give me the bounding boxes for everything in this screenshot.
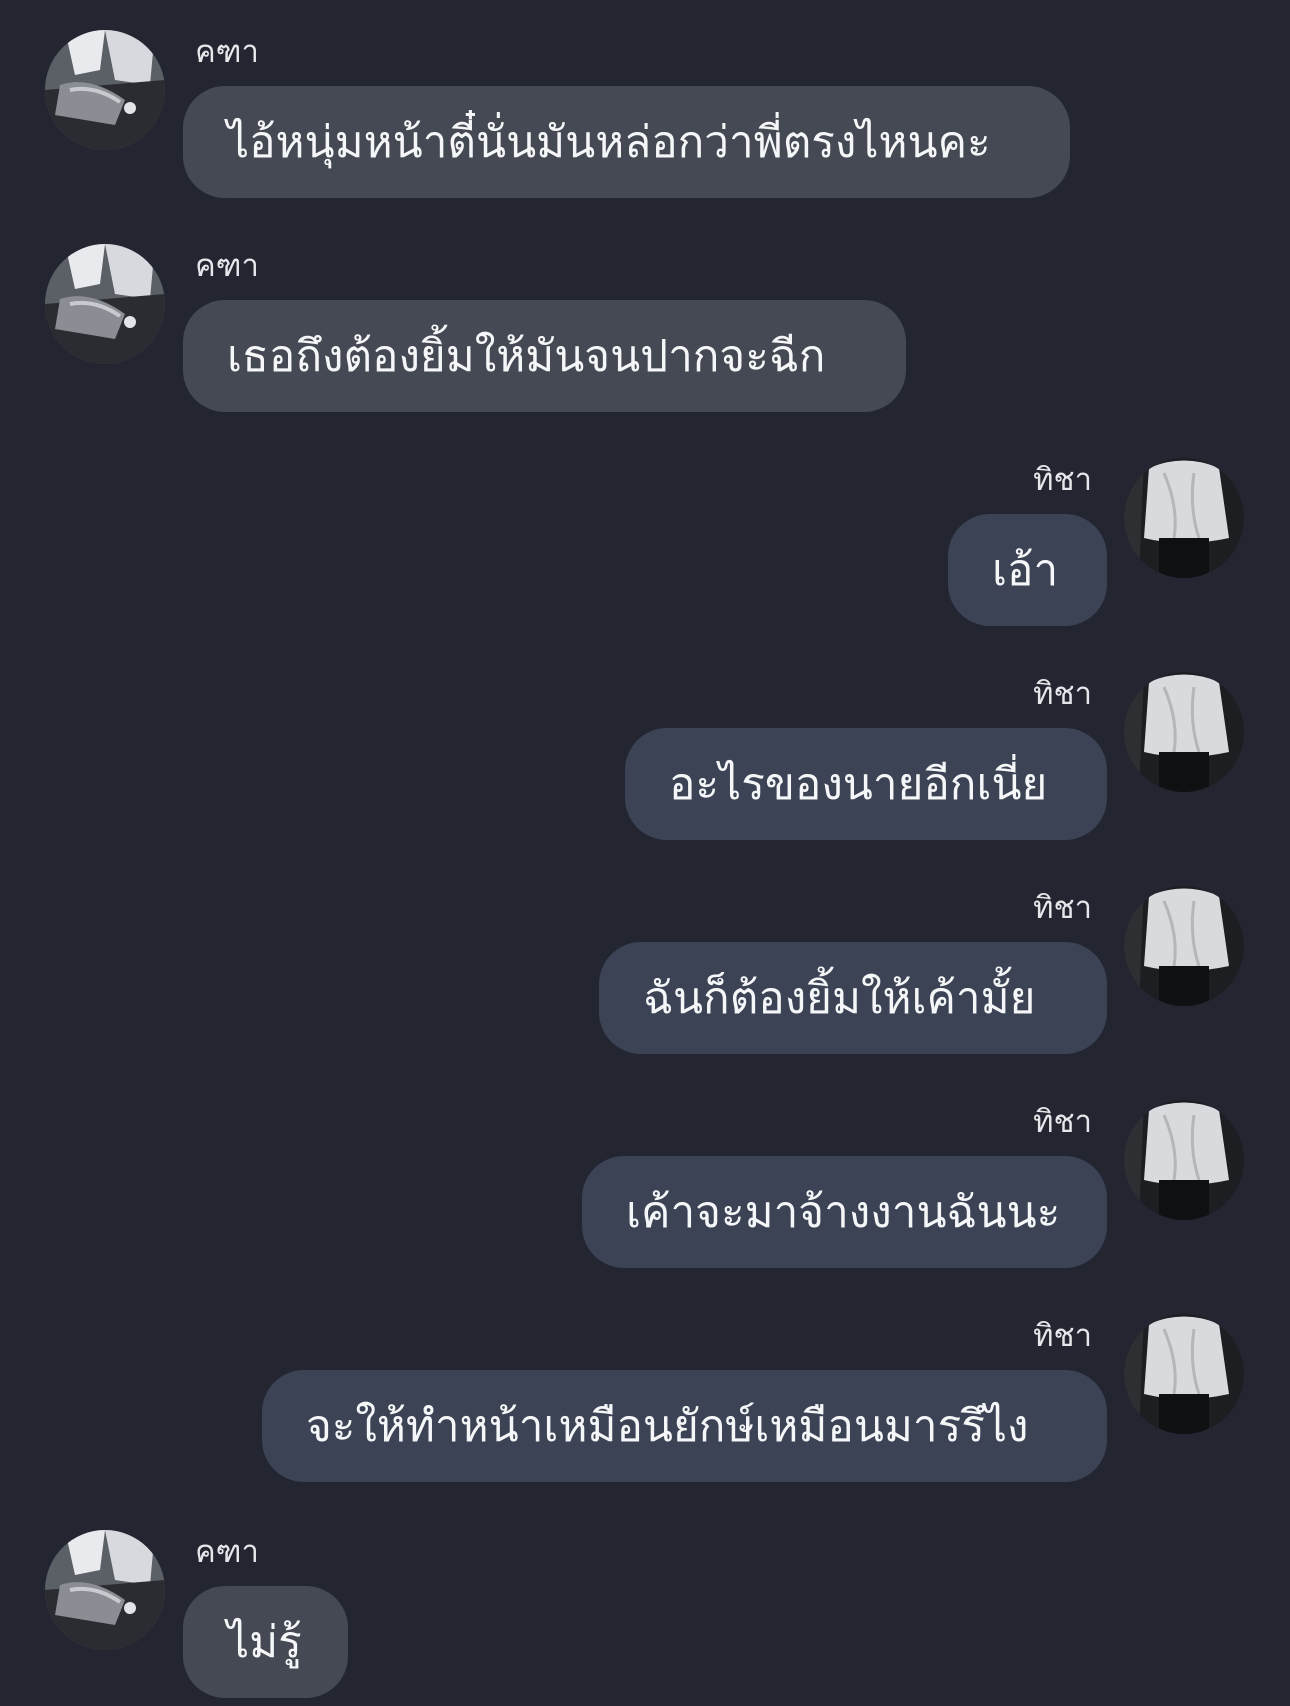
message-text: อะไรของนายอีกเนี่ย [669,759,1048,810]
avatar[interactable] [1124,672,1244,792]
message-text: ฉันก็ต้องยิ้มให้เค้ามั้ย [643,973,1036,1024]
message-bubble[interactable]: จะให้ทำหน้าเหมือนยักษ์เหมือนมารรึไง [262,1370,1107,1482]
message-bubble[interactable]: ไอ้หนุ่มหน้าตี๋นั่นมันหล่อกว่าพี่ตรงไหนค… [183,86,1070,198]
avatar-image [1124,1314,1244,1434]
avatar-image [1124,458,1244,578]
avatar[interactable] [45,30,165,150]
message-row: คฑา ไม่รู้ [0,1500,1290,1700]
message-text: ไอ้หนุ่มหน้าตี๋นั่นมันหล่อกว่าพี่ตรงไหนค… [227,117,991,168]
sender-name: คฑา [195,34,259,70]
avatar[interactable] [1124,458,1244,578]
message-text: ไม่รู้ [227,1617,302,1668]
message-row: ทิชา เอ้า [0,428,1290,628]
message-bubble[interactable]: ฉันก็ต้องยิ้มให้เค้ามั้ย [599,942,1107,1054]
message-bubble[interactable]: เค้าจะมาจ้างงานฉันนะ [582,1156,1107,1268]
sender-name: คฑา [195,1534,259,1570]
avatar-image [45,30,165,150]
avatar[interactable] [45,1530,165,1650]
message-bubble[interactable]: เอ้า [948,514,1107,626]
message-bubble[interactable]: ไม่รู้ [183,1586,348,1698]
avatar-image [1124,672,1244,792]
message-text: เอ้า [992,545,1059,596]
sender-name: คฑา [195,248,259,284]
message-row: ทิชา เค้าจะมาจ้างงานฉันนะ [0,1070,1290,1270]
sender-name: ทิชา [1033,676,1092,712]
sender-name: ทิชา [1033,1104,1092,1140]
sender-name: ทิชา [1033,462,1092,498]
sender-name: ทิชา [1033,890,1092,926]
message-row: ทิชา อะไรของนายอีกเนี่ย [0,642,1290,842]
message-text: จะให้ทำหน้าเหมือนยักษ์เหมือนมารรึไง [306,1401,1029,1452]
avatar[interactable] [1124,1100,1244,1220]
avatar[interactable] [1124,1314,1244,1434]
message-row: ทิชา จะให้ทำหน้าเหมือนยักษ์เหมือนมารรึไง [0,1284,1290,1484]
sender-name: ทิชา [1033,1318,1092,1354]
message-row: ทิชา ฉันก็ต้องยิ้มให้เค้ามั้ย [0,856,1290,1056]
message-text: เค้าจะมาจ้างงานฉันนะ [626,1187,1061,1238]
message-row: คฑา เธอถึงต้องยิ้มให้มันจนปากจะฉีก [0,214,1290,414]
message-text: เธอถึงต้องยิ้มให้มันจนปากจะฉีก [227,331,826,382]
chat-thread[interactable]: คฑา ไอ้หนุ่มหน้าตี๋นั่นมันหล่อกว่าพี่ตรง… [0,0,1290,1706]
avatar[interactable] [1124,886,1244,1006]
avatar-image [45,1530,165,1650]
message-bubble[interactable]: อะไรของนายอีกเนี่ย [625,728,1107,840]
avatar-image [1124,886,1244,1006]
avatar-image [45,244,165,364]
message-row: คฑา ไอ้หนุ่มหน้าตี๋นั่นมันหล่อกว่าพี่ตรง… [0,0,1290,200]
message-bubble[interactable]: เธอถึงต้องยิ้มให้มันจนปากจะฉีก [183,300,906,412]
avatar[interactable] [45,244,165,364]
avatar-image [1124,1100,1244,1220]
